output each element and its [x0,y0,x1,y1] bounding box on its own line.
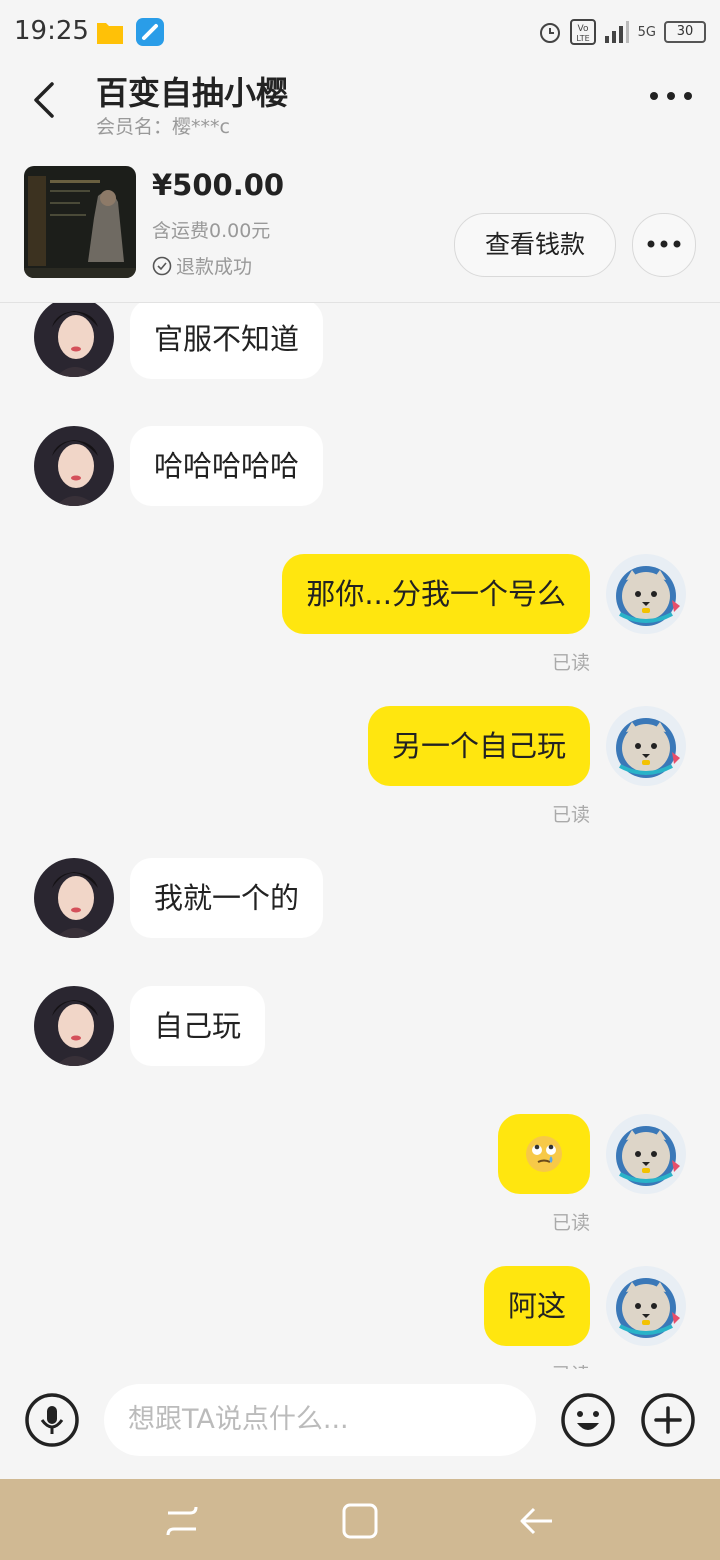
message-bubble[interactable]: 阿这 [483,1266,590,1346]
message-outgoing: 那你...分我一个号么 已读 [0,554,720,674]
message-incoming: 自己玩 [0,986,720,1066]
refund-status: 退款成功 [152,252,252,279]
microphone-icon[interactable] [24,1392,80,1448]
message-incoming: 哈哈哈哈哈 [0,426,720,506]
svg-text:Vo: Vo [577,24,588,34]
product-thumbnail[interactable] [24,166,136,278]
refund-status-text: 退款成功 [176,256,253,278]
view-money-button[interactable]: 查看钱款 [454,213,616,277]
message-incoming: 官服不知道 [0,303,720,383]
message-incoming: 我就一个的 [0,858,720,938]
read-receipt: 已读 [552,1360,590,1369]
message-bubble[interactable]: 官服不知道 [130,303,324,379]
message-bubble[interactable]: 哈哈哈哈哈 [130,426,324,506]
read-receipt: 已读 [551,1212,590,1234]
message-bubble[interactable]: 自己玩 [130,986,266,1066]
message-bubble[interactable] [498,1114,590,1194]
rolling-eyes-emoji-icon [526,1136,562,1172]
network-type: 5G [637,24,656,40]
contact-avatar[interactable] [34,858,114,938]
status-icons: Vo LTE 5G 30 [538,16,706,48]
product-card[interactable]: ¥500.00 含运费0.00元 退款成功 查看钱款 [0,154,720,303]
folder-icon [97,23,123,44]
check-circle-icon [152,256,172,275]
status-bar: 19:25 Vo LTE 5G 30 [0,0,720,64]
back-arrow-icon[interactable] [28,78,64,122]
my-avatar[interactable] [606,1114,686,1194]
svg-text:LTE: LTE [576,34,589,43]
message-bubble[interactable]: 另一个自己玩 [367,706,590,786]
message-bubble[interactable]: 那你...分我一个号么 [282,554,590,634]
product-more-button[interactable] [632,213,696,277]
app-icon [136,18,164,46]
contact-avatar[interactable] [34,426,114,506]
back-icon[interactable] [516,1501,556,1541]
contact-avatar[interactable] [34,986,114,1066]
chat-title: 百变自抽小樱 [96,74,289,112]
read-receipt: 已读 [551,652,590,674]
message-bubble[interactable]: 我就一个的 [130,858,324,938]
message-list[interactable]: 官服不知道 哈哈哈哈哈 那你...分我一个号么 已读 另一个自己玩 已读 我就一… [0,303,720,1369]
shipping-fee: 含运费0.00元 [152,220,271,242]
input-bar: 想跟TA说点什么... [0,1369,720,1479]
chat-header: 百变自抽小樱 会员名：樱***c [0,64,720,154]
volte-icon: Vo LTE [569,19,596,45]
my-avatar[interactable] [606,1266,686,1346]
member-name: 会员名：樱***c [96,116,230,138]
message-outgoing: 另一个自己玩 已读 [0,706,720,826]
status-time: 19:25 [14,16,89,46]
battery-icon: 30 [664,21,706,43]
signal-icon [604,21,629,43]
system-nav-bar [0,1479,720,1560]
read-receipt: 已读 [551,804,590,826]
my-avatar[interactable] [606,554,686,634]
message-input[interactable]: 想跟TA说点什么... [104,1384,536,1456]
alarm-icon [539,23,560,43]
add-icon[interactable] [640,1392,696,1448]
emoji-icon[interactable] [560,1392,616,1448]
recent-apps-icon[interactable] [162,1501,202,1541]
contact-avatar[interactable] [34,303,114,377]
more-options-icon[interactable] [648,86,694,106]
message-outgoing: 已读 [0,1114,720,1234]
message-outgoing: 阿这 已读 [0,1266,720,1369]
more-icon [647,240,681,248]
home-icon[interactable] [340,1501,380,1541]
my-avatar[interactable] [606,706,686,786]
product-price: ¥500.00 [152,168,285,202]
